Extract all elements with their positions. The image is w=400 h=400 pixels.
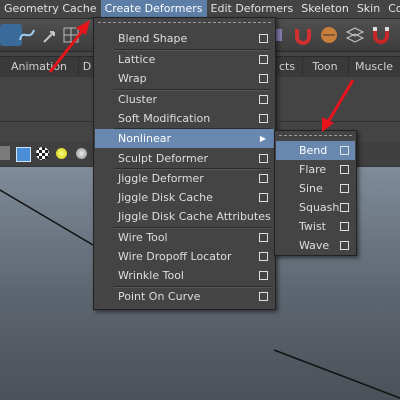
shaded-icon[interactable] [16,147,31,162]
option-box-icon[interactable] [340,222,349,231]
submenu-item-label: Twist [299,220,326,233]
option-box-icon[interactable] [259,114,268,123]
submenu-item-label: Sine [299,182,323,195]
submenu-arrow-icon: ▶ [259,134,266,143]
submenu-item-bend[interactable]: Bend [276,141,355,160]
tab-effects[interactable]: cts [272,57,303,77]
menu-item-wire-tool[interactable]: Wire Tool [95,228,274,247]
menu-item-label: Soft Modification [118,112,211,125]
menu-item-jiggle-disk-cache-attributes[interactable]: Jiggle Disk Cache Attributes [95,207,274,226]
option-box-icon[interactable] [259,233,268,242]
lattice-icon[interactable] [344,24,366,46]
create-deformers-menu: Blend Shape Lattice Wrap Cluster Soft Mo… [93,17,276,310]
submenu-item-label: Squash [299,201,340,214]
menu-item-label: Sculpt Deformer [118,152,209,165]
menu-item-nonlinear[interactable]: Nonlinear ▶ [95,129,274,148]
menu-skeleton[interactable]: Skeleton [297,0,353,18]
menu-item-point-on-curve[interactable]: Point On Curve [95,287,274,306]
submenu-item-wave[interactable]: Wave [276,236,355,255]
option-box-icon[interactable] [340,165,349,174]
menu-item-label: Wire Tool [118,231,168,244]
grid-snap-icon[interactable] [60,24,82,46]
menu-item-cluster[interactable]: Cluster [95,90,274,109]
submenu-item-squash[interactable]: Squash [276,198,355,217]
sphere-icon[interactable] [76,148,87,159]
menu-item-wrinkle-tool[interactable]: Wrinkle Tool [95,266,274,285]
menu-skin[interactable]: Skin [353,0,384,18]
nonlinear-submenu: Bend Flare Sine Squash Twist Wave [274,130,357,256]
menu-item-label: Nonlinear [118,132,172,145]
menu-item-label: Lattice [118,53,156,66]
menu-item-sculpt-deformer[interactable]: Sculpt Deformer [95,149,274,168]
move-icon[interactable] [40,24,62,46]
menu-item-label: Blend Shape [118,32,188,45]
light-icon[interactable] [56,148,67,159]
menu-item-label: Jiggle Disk Cache Attributes [118,210,271,223]
menu-item-blend-shape[interactable]: Blend Shape [95,29,274,48]
menu-item-label: Wire Dropoff Locator [118,250,232,263]
option-box-icon[interactable] [340,203,349,212]
option-box-icon[interactable] [259,271,268,280]
menu-item-label: Wrinkle Tool [118,269,184,282]
checker-icon[interactable] [36,147,49,160]
option-box-icon[interactable] [259,55,268,64]
submenu-item-label: Wave [299,239,330,252]
menu-item-wrap[interactable]: Wrap [95,69,274,88]
tear-off-line[interactable] [279,135,352,136]
submenu-item-flare[interactable]: Flare [276,160,355,179]
menu-item-label: Jiggle Disk Cache [118,191,213,204]
curve-tool-icon[interactable] [16,24,38,46]
submenu-item-sine[interactable]: Sine [276,179,355,198]
menu-item-jiggle-deformer[interactable]: Jiggle Deformer [95,169,274,188]
menu-edit-deformers[interactable]: Edit Deformers [207,0,298,18]
option-box-icon[interactable] [340,241,349,250]
tab-muscle[interactable]: Muscle [348,57,400,77]
magnet-icon[interactable] [370,24,392,46]
menu-create-deformers[interactable]: Create Deformers [100,0,207,18]
option-box-icon[interactable] [259,154,268,163]
menu-item-label: Jiggle Deformer [118,172,204,185]
submenu-item-label: Bend [299,144,328,157]
tab-toon[interactable]: Toon [302,57,349,77]
option-box-icon[interactable] [259,95,268,104]
option-box-icon[interactable] [259,252,268,261]
menu-item-soft-modification[interactable]: Soft Modification [95,109,274,128]
option-box-icon[interactable] [340,146,349,155]
menu-item-label: Wrap [118,72,147,85]
option-box-icon[interactable] [259,34,268,43]
menu-item-label: Cluster [118,93,158,106]
menu-geometry-cache[interactable]: Geometry Cache [0,0,101,18]
menu-item-lattice[interactable]: Lattice [95,50,274,69]
option-box-icon[interactable] [259,174,268,183]
tab-animation[interactable]: Animation [0,57,79,77]
menu-constrain[interactable]: Cons [384,0,400,18]
tear-off-line[interactable] [98,22,271,23]
magnet-red-icon[interactable] [292,24,314,46]
option-box-icon[interactable] [259,292,268,301]
submenu-item-label: Flare [299,163,327,176]
menu-item-label: Point On Curve [118,290,201,303]
menu-item-jiggle-disk-cache[interactable]: Jiggle Disk Cache [95,188,274,207]
submenu-item-twist[interactable]: Twist [276,217,355,236]
option-box-icon[interactable] [259,74,268,83]
menu-item-wire-dropoff-locator[interactable]: Wire Dropoff Locator [95,247,274,266]
sphere-skin-icon[interactable] [318,24,340,46]
option-box-icon[interactable] [259,193,268,202]
wireframe-icon[interactable] [0,146,10,160]
option-box-icon[interactable] [340,184,349,193]
